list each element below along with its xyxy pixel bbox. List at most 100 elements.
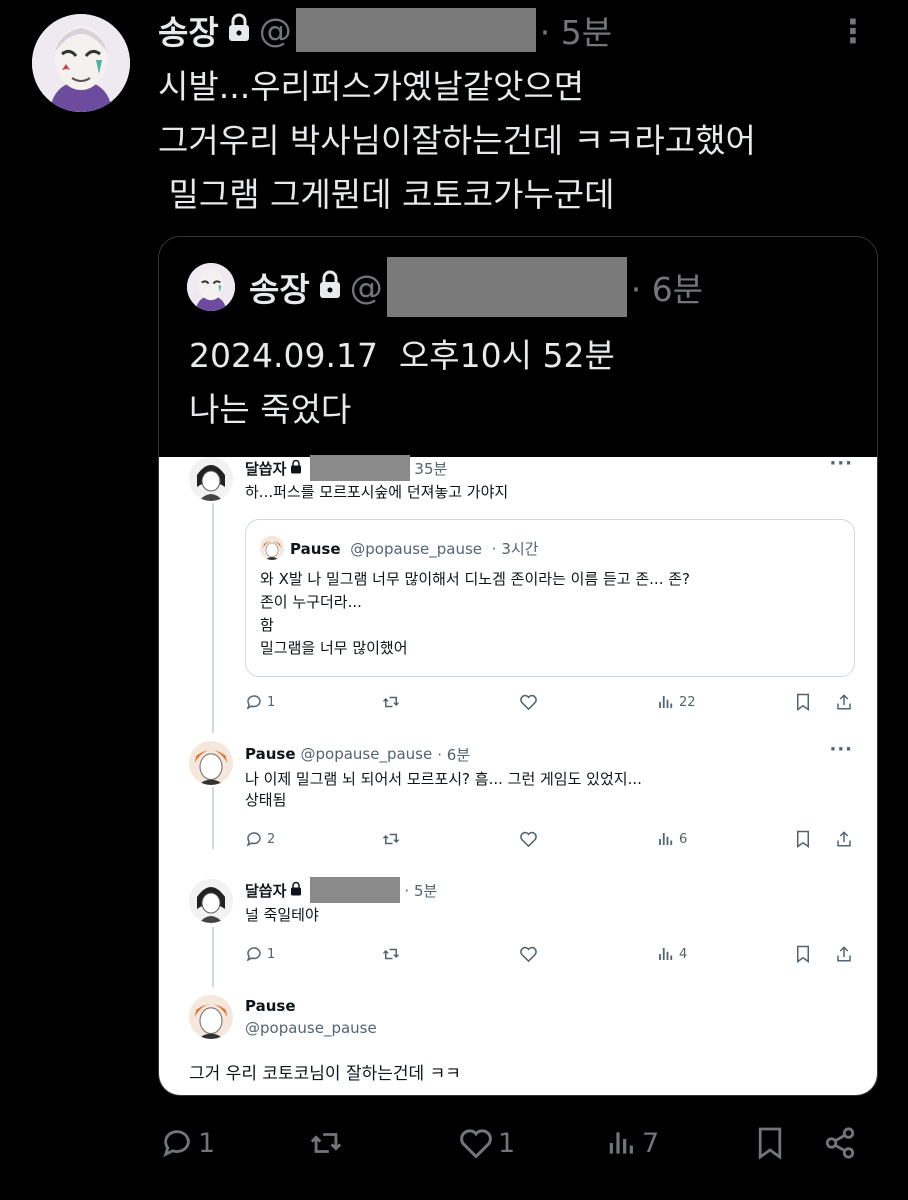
like-button[interactable] [519,693,538,711]
bookmark-button[interactable] [795,693,811,711]
retweet-icon [382,948,400,960]
views-icon [659,948,673,960]
post-time: · 6분 [437,745,471,764]
redaction-box [386,257,627,317]
like-button[interactable]: 1 [458,1126,515,1160]
reply-button[interactable]: 2 [245,830,275,848]
reply-count: 1 [267,694,276,710]
bookmark-button[interactable] [756,1126,784,1160]
author-avatar[interactable] [32,14,130,112]
post-handle: @popause_pause [245,1019,377,1037]
more-icon: ··· [829,453,853,474]
views-icon [659,696,673,708]
post-author-name: Pause [290,540,341,558]
post-author-name: 달씁자 [245,459,287,478]
like-icon [520,831,537,848]
thread-line [212,927,214,987]
bookmark-icon [758,1127,782,1160]
text-line: 밀그램을 너무 많이했어 [260,639,408,657]
post-text: 널 죽일테야 [245,906,319,924]
avatar [189,879,233,923]
redaction-box [295,8,536,52]
share-button[interactable] [835,830,853,848]
text-line: 와 X발 나 밀그램 너무 많이해서 디노겜 존이라는 이름 듣고 존... 존… [260,570,690,588]
reply-button[interactable]: 1 [245,693,275,711]
retweet-button[interactable] [306,1126,346,1160]
tweet-time[interactable]: · 5분 [540,6,612,54]
views-button[interactable]: 4 [657,945,687,963]
quoted-text-line: 나는 죽었다 [189,390,352,429]
like-button[interactable] [519,945,538,963]
text-line: 상태됨 [245,791,287,809]
redaction-box [310,877,401,903]
retweet-icon [382,696,400,708]
views-count: 4 [679,946,688,962]
text-line: 존이 누구더라... [260,593,362,611]
text-line: 나 이제 밀그램 뇌 되어서 모르포시? 흠... 그런 게임도 있었지... [245,770,642,788]
post-handle: @popause_pause [350,540,483,558]
lock-icon [318,268,342,307]
bookmark-icon [797,945,809,963]
redaction-box [310,455,411,481]
bookmark-button[interactable] [795,945,811,963]
reply-icon [246,947,261,962]
thread-line [212,787,214,849]
avatar [260,536,284,560]
bookmark-button[interactable] [795,830,811,848]
share-button[interactable] [835,945,853,963]
reply-icon [163,1130,190,1158]
nested-quote: Pause @popause_pause · 3시간 와 X발 나 밀그램 너무… [245,519,855,677]
post-header: 달씁자 35분 [245,455,447,481]
nested-quote-header: Pause @popause_pause · 3시간 [290,538,538,559]
retweet-button[interactable] [381,693,401,711]
more-icon[interactable]: ⋮ [837,12,870,50]
post-text: 그거 우리 코토코님이 잘하는건데 ㅋㅋ [189,1064,461,1084]
views-button[interactable]: 7 [606,1126,659,1160]
quoted-author-handle: @ [349,267,383,307]
post-text: 나 이제 밀그램 뇌 되어서 모르포시? 흠... 그런 게임도 있었지... … [245,769,642,811]
quoted-header: 송장 @ · 6분 [249,257,703,317]
like-button[interactable] [519,830,538,848]
retweet-button[interactable] [381,945,401,963]
views-button[interactable]: 22 [657,693,696,711]
avatar [189,457,233,501]
tweet-header: 송장 @ · 5분 [158,8,612,52]
attached-screenshot[interactable]: 달씁자 35분 ··· 하...퍼스를 모르포시숲에 던져놓고 가야지 Paus… [159,453,877,1095]
post-author-name: Pause [245,745,296,763]
share-button[interactable] [822,1126,858,1160]
post-header: Pause [245,995,296,1017]
author-name[interactable]: 송장 [158,6,219,54]
reply-icon [246,695,261,710]
tweet-text: 시발...우리퍼스가옜날같앗으면 그거우리 박사님이잘하는건데 ㅋㅋ라고했어 밀… [158,60,878,222]
post-actions: 1 4 [245,945,855,969]
quoted-text-line: 2024.09.17 오후10시 52분 [189,336,615,375]
share-icon [837,946,851,962]
quoted-author-avatar [187,263,235,311]
reply-count: 1 [198,1127,216,1159]
tweet-text-line: 밀그램 그게뭔데 코토코가누군데 [158,175,615,214]
share-button[interactable] [835,693,853,711]
like-icon [520,946,537,963]
reply-count: 2 [267,831,276,847]
lock-icon [290,459,302,478]
retweet-icon [382,833,400,845]
post-text: 하...퍼스를 모르포시숲에 던져놓고 가야지 [245,483,509,501]
share-icon [837,831,851,847]
lock-icon [290,881,302,900]
post-actions: 1 22 [245,693,855,717]
reply-button[interactable]: 1 [160,1126,215,1160]
post-header: Pause @popause_pause · 6분 [245,743,470,765]
like-icon [520,694,537,711]
post-actions: 2 6 [245,830,855,854]
post-time: · 5분 [404,881,438,900]
tweet-text-line: 시발...우리퍼스가옜날같앗으면 [158,67,585,106]
share-icon [825,1127,855,1159]
post-handle: @popause_pause [300,745,433,763]
views-button[interactable]: 6 [657,830,687,848]
like-icon [460,1129,492,1159]
nested-quote-text: 와 X발 나 밀그램 너무 많이해서 디노겜 존이라는 이름 듣고 존... 존… [260,568,690,660]
retweet-button[interactable] [381,830,401,848]
quoted-tweet-card[interactable]: 송장 @ · 6분 2024.09.17 오후10시 52분 나는 죽었다 달씁… [158,236,878,1096]
reply-button[interactable]: 1 [245,945,275,963]
author-handle[interactable]: @ [259,11,292,50]
